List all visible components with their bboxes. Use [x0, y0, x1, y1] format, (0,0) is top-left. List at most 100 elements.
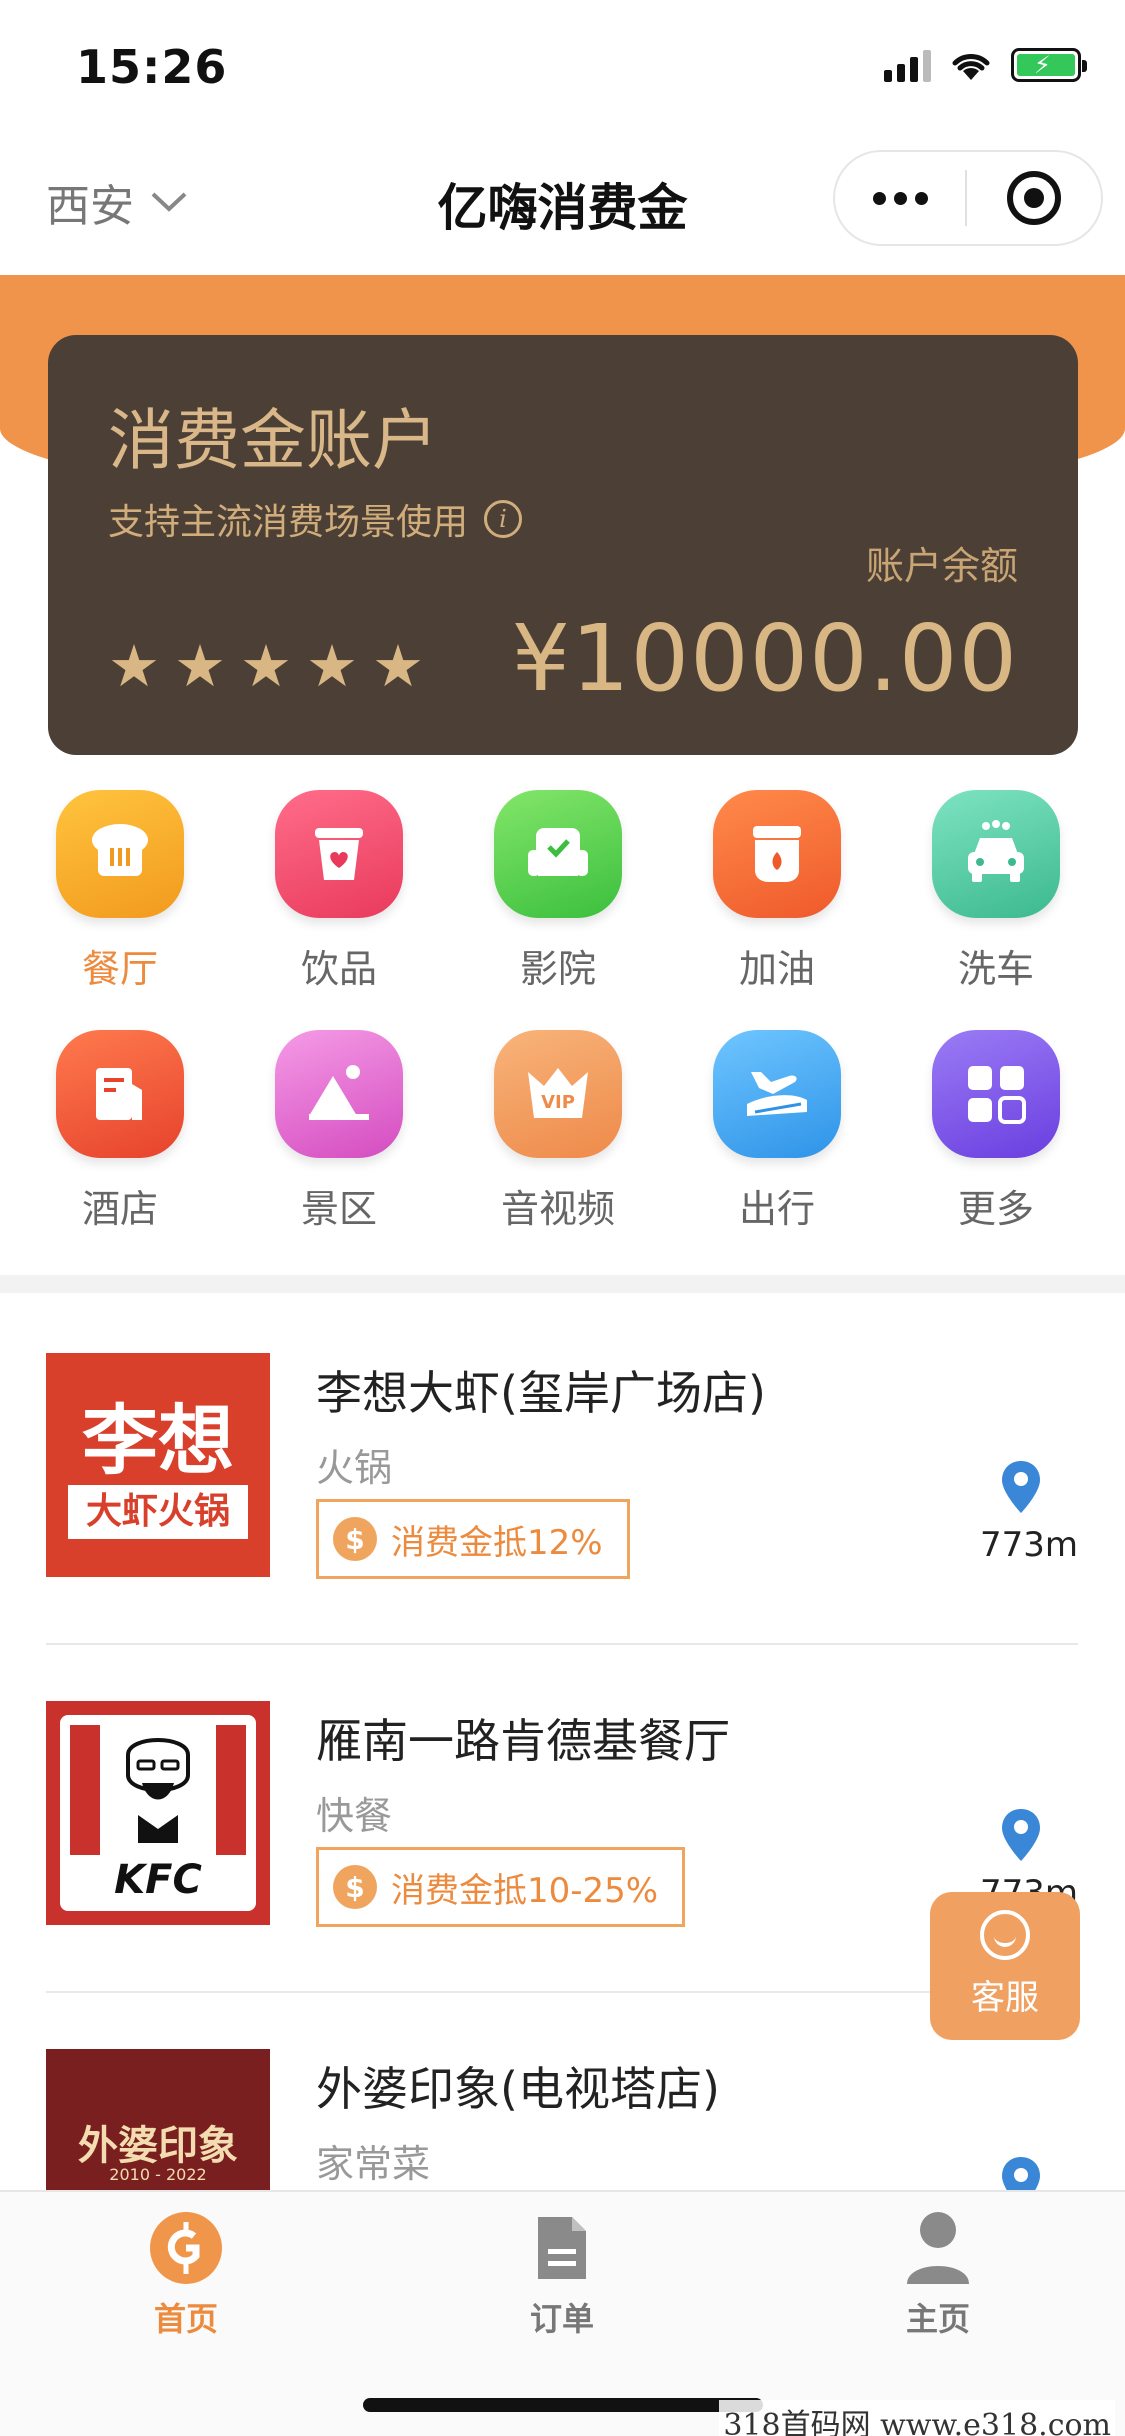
store-logo-text: KFC [114, 1857, 202, 1903]
category-label: 景区 [300, 1187, 377, 1231]
svg-text:VIP: VIP [541, 1092, 575, 1113]
category-label: 酒店 [81, 1187, 158, 1231]
category-label: 音视频 [500, 1187, 615, 1231]
discount-badge: $ 消费金抵10-25% [316, 1847, 686, 1927]
store-name: 外婆印象(电视塔店) [316, 2062, 720, 2116]
tab-home[interactable]: 首页 [86, 2210, 286, 2340]
store-logo-years: 2010 - 2022 [109, 2165, 207, 2184]
row-divider [46, 1643, 1078, 1645]
store-logo: 李想 大虾火锅 [46, 1353, 270, 1577]
nav-bar: 西安 亿嗨消费金 [0, 130, 1125, 275]
tab-profile[interactable]: 主页 [838, 2210, 1038, 2340]
category-label: 加油 [738, 947, 815, 991]
travel-icon [713, 1030, 841, 1158]
order-document-icon [524, 2210, 600, 2286]
scenic-icon [275, 1030, 403, 1158]
target-circle-icon [1007, 171, 1061, 225]
discount-text: 消费金抵10-25% [391, 1870, 659, 1911]
category-label: 餐厅 [81, 947, 158, 991]
store-logo: KFC [46, 1701, 270, 1925]
home-indicator [363, 2398, 763, 2412]
category-scenic[interactable]: 景区 [249, 1030, 429, 1233]
smile-chat-icon [980, 1910, 1030, 1960]
category-label: 饮品 [300, 947, 377, 991]
cellular-signal-icon [884, 48, 931, 82]
vip-media-icon: VIP [494, 1030, 622, 1158]
category-label: 洗车 [957, 947, 1034, 991]
category-label: 出行 [738, 1187, 815, 1231]
category-restaurant[interactable]: 餐厅 [30, 790, 210, 993]
home-coin-icon [148, 2210, 224, 2286]
store-cuisine: 快餐 [316, 1794, 393, 1838]
account-title: 消费金账户 [108, 402, 438, 479]
close-mini-program-button[interactable] [967, 152, 1101, 244]
category-cinema[interactable]: 影院 [468, 790, 648, 993]
star-icon: ★ [372, 632, 424, 700]
category-travel[interactable]: 出行 [687, 1030, 867, 1233]
star-icon: ★ [240, 632, 292, 700]
tab-orders[interactable]: 订单 [462, 2210, 662, 2340]
category-drinks[interactable]: 饮品 [249, 790, 429, 993]
restaurant-icon [56, 790, 184, 918]
profile-user-icon [900, 2210, 976, 2286]
watermark-text: 318首码网 www.e318.com [719, 2400, 1115, 2436]
store-logo-text: 外婆印象 [78, 2122, 238, 2169]
tab-label: 首页 [153, 2300, 218, 2338]
discount-badge: $ 消费金抵12% [316, 1499, 630, 1579]
category-label: 更多 [957, 1187, 1034, 1231]
store-cuisine: 家常菜 [316, 2142, 431, 2186]
mini-program-capsule [833, 150, 1103, 246]
tab-label: 订单 [529, 2300, 594, 2338]
account-card[interactable]: 消费金账户 支持主流消费场景使用 i 账户余额 ¥10000.00 ★ ★ ★ … [48, 335, 1078, 755]
account-subtitle: 支持主流消费场景使用 i [108, 493, 523, 545]
customer-service-label: 客服 [971, 1978, 1039, 2018]
hotel-icon [56, 1030, 184, 1158]
more-options-button[interactable] [835, 152, 965, 244]
category-vip-media[interactable]: VIP 音视频 [468, 1030, 648, 1233]
info-icon[interactable]: i [484, 500, 523, 538]
store-item[interactable]: 李想 大虾火锅 李想大虾(玺岸广场店) 火锅 $ 消费金抵12% 773m [46, 1353, 1078, 1701]
wifi-icon [952, 54, 990, 80]
coin-icon: $ [333, 1865, 377, 1909]
status-bar: 15:26 ⚡ [0, 0, 1125, 130]
star-icon: ★ [306, 632, 358, 700]
colonel-face-icon [126, 1738, 190, 1843]
status-time: 15:26 [76, 40, 228, 94]
location-pin-icon [1002, 1461, 1040, 1513]
store-cuisine: 火锅 [316, 1446, 393, 1490]
tab-label: 主页 [905, 2300, 970, 2338]
row-divider [46, 1991, 1078, 1993]
store-logo-text: 李想 [82, 1396, 234, 1485]
coin-icon: $ [333, 1517, 377, 1561]
category-label: 影院 [519, 947, 596, 991]
category-car-wash[interactable]: 洗车 [906, 790, 1086, 993]
star-rating: ★ ★ ★ ★ ★ [108, 637, 424, 695]
store-logo: 外婆印象 2010 - 2022 [46, 2049, 270, 2190]
drink-icon [275, 790, 403, 918]
location-pin-icon [1002, 1809, 1040, 1861]
battery-charging-icon: ⚡ [1011, 48, 1087, 82]
category-hotel[interactable]: 酒店 [30, 1030, 210, 1233]
store-item[interactable]: 外婆印象 2010 - 2022 外婆印象(电视塔店) 家常菜 [46, 2049, 1078, 2190]
star-icon: ★ [108, 632, 160, 700]
store-logo-subtext: 大虾火锅 [68, 1485, 248, 1539]
store-item[interactable]: KFC 雁南一路肯德基餐厅 快餐 $ 消费金抵10-25% 773m [46, 1701, 1078, 2049]
category-fuel[interactable]: 加油 [687, 790, 867, 993]
customer-service-button[interactable]: 客服 [930, 1892, 1080, 2040]
account-subtitle-text: 支持主流消费场景使用 [108, 502, 469, 543]
star-icon: ★ [174, 632, 226, 700]
balance-label: 账户余额 [865, 544, 1018, 588]
store-name: 雁南一路肯德基餐厅 [316, 1714, 730, 1768]
fuel-icon [713, 790, 841, 918]
status-icons: ⚡ [884, 48, 1087, 82]
section-divider [0, 1275, 1125, 1293]
balance-value: ¥10000.00 [511, 605, 1018, 712]
more-grid-icon [932, 1030, 1060, 1158]
discount-text: 消费金抵12% [391, 1522, 603, 1563]
cinema-icon [494, 790, 622, 918]
car-wash-icon [932, 790, 1060, 918]
location-pin-icon [1002, 2157, 1040, 2190]
store-distance: 773m [979, 1525, 1078, 1565]
store-name: 李想大虾(玺岸广场店) [316, 1366, 766, 1420]
category-more[interactable]: 更多 [906, 1030, 1086, 1233]
